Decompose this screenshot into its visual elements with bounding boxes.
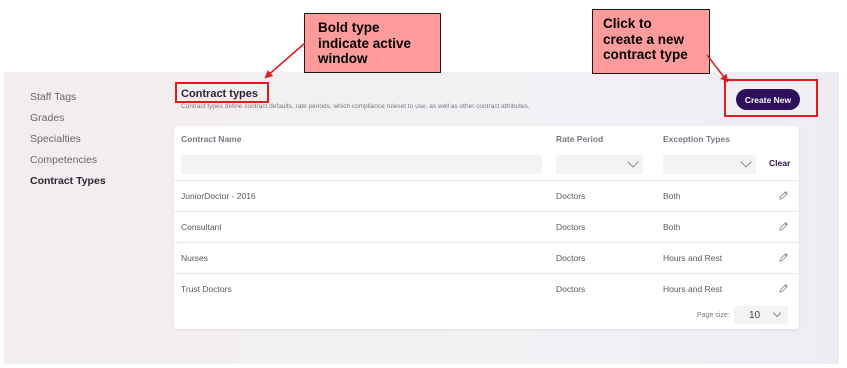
callout-arrows	[264, 42, 729, 83]
arrow-to-title	[264, 42, 306, 79]
arrow-to-create-button	[706, 54, 729, 83]
